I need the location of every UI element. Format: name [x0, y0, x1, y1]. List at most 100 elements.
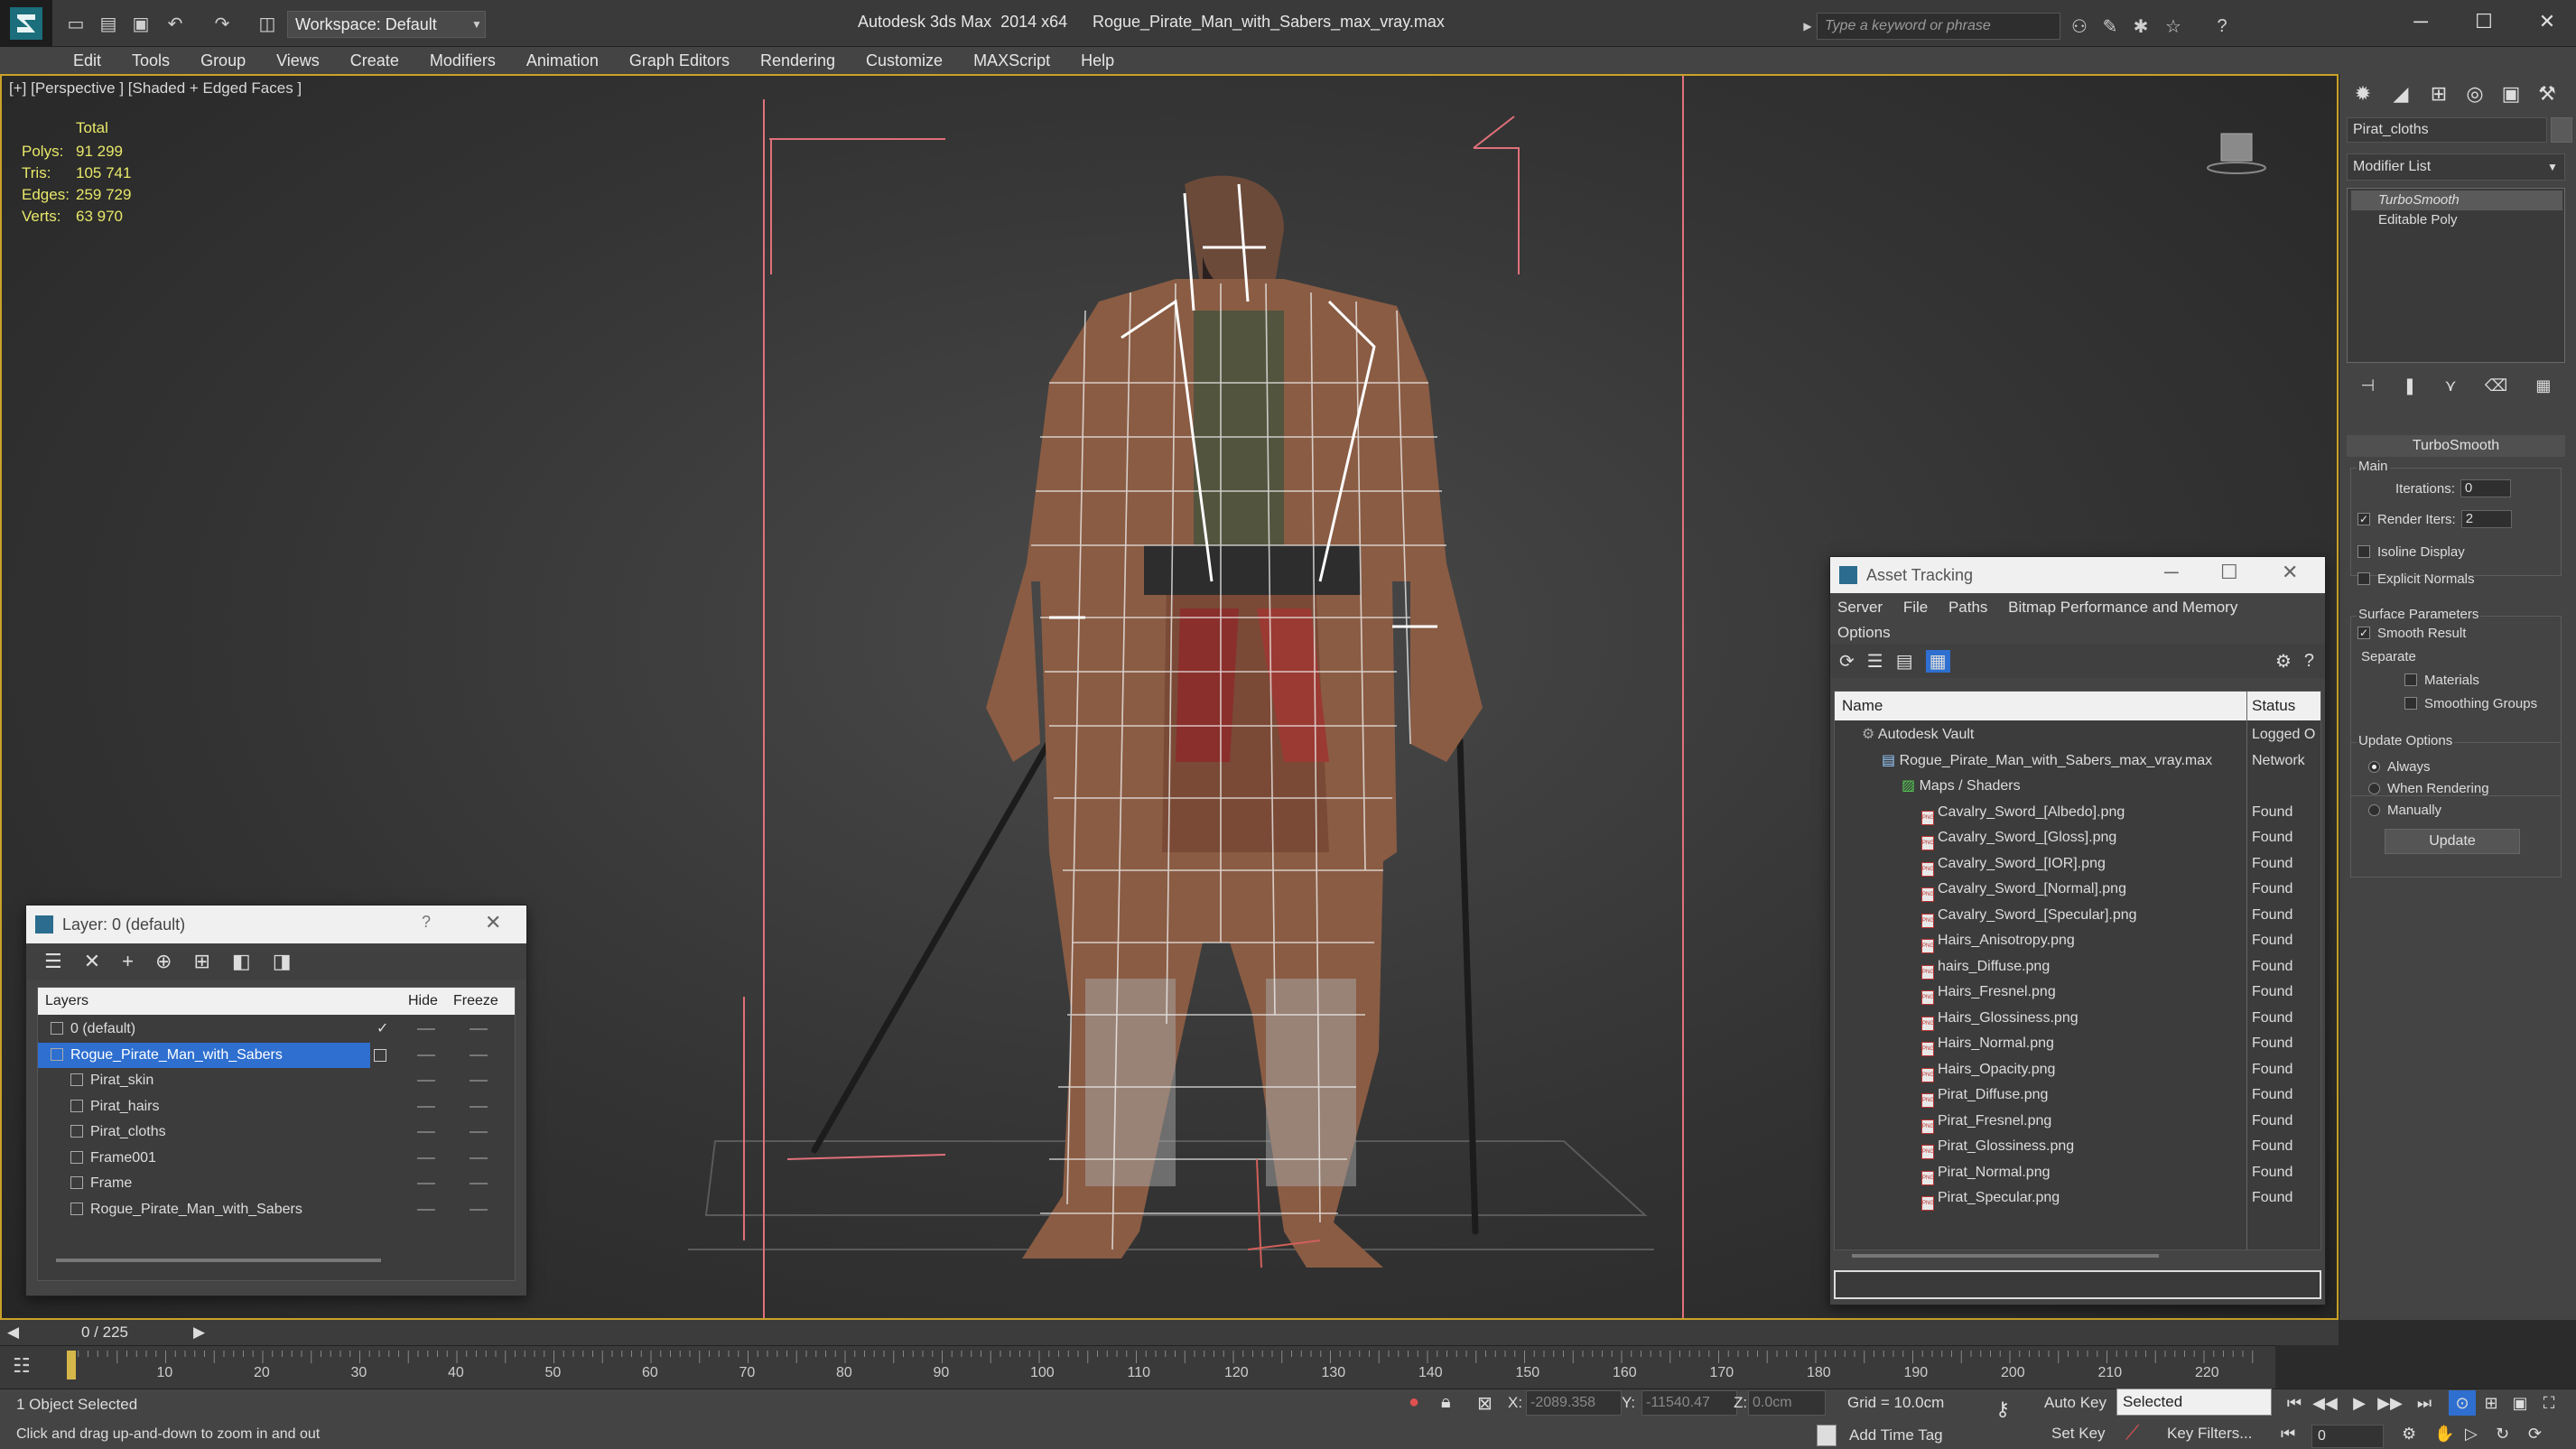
layer-name[interactable]: Frame001	[38, 1146, 370, 1171]
menu-modifiers[interactable]: Modifiers	[414, 47, 511, 74]
help-icon[interactable]: ?	[2209, 13, 2236, 40]
asset-path-field[interactable]	[1834, 1270, 2321, 1299]
highlight-layer-icon[interactable]: ◧	[232, 950, 251, 973]
menu-animation[interactable]: Animation	[511, 47, 614, 74]
render-iters-checkbox[interactable]: ✓	[2357, 513, 2370, 525]
create-tab-icon[interactable]: ✹	[2345, 78, 2381, 110]
list-view-icon[interactable]: ☰	[1867, 650, 1883, 673]
lock-selection-icon[interactable]: 🔒︎	[1441, 1392, 1451, 1413]
freeze-toggle[interactable]	[470, 1131, 488, 1133]
freeze-toggle[interactable]	[470, 1156, 488, 1159]
next-frame-icon[interactable]: ▶	[193, 1324, 205, 1342]
hierarchy-tab-icon[interactable]: ⊞	[2421, 78, 2457, 110]
hide-toggle[interactable]	[417, 1131, 435, 1133]
add-layer-icon[interactable]: +	[122, 950, 134, 973]
layer-row[interactable]: 0 (default) ✓	[38, 1017, 515, 1042]
curve-editor-icon[interactable]: ☷	[13, 1354, 31, 1378]
freeze-toggle[interactable]	[470, 1028, 488, 1030]
hide-toggle[interactable]	[417, 1208, 435, 1211]
menu-graph-editors[interactable]: Graph Editors	[614, 47, 745, 74]
motion-tab-icon[interactable]: ◎	[2457, 78, 2493, 110]
turbosmooth-rollout-header[interactable]: TurboSmooth	[2347, 435, 2565, 457]
z-coordinate-field[interactable]: 0.0cm	[1748, 1390, 1826, 1416]
explicit-normals-checkbox[interactable]	[2357, 572, 2370, 585]
subscription-icon[interactable]: ✎	[2097, 13, 2124, 40]
layer-row[interactable]: Rogue_Pirate_Man_with_Sabers	[38, 1197, 515, 1222]
select-objects-icon[interactable]: ⊞	[193, 950, 209, 973]
manually-radio[interactable]	[2368, 803, 2380, 816]
render-iters-spinner[interactable]: 2	[2460, 510, 2512, 528]
maximize-viewport-icon[interactable]: ⛶	[2535, 1390, 2562, 1416]
close-icon[interactable]: ✕	[485, 911, 501, 934]
favorites-star-icon[interactable]: ☆	[2160, 13, 2187, 40]
asset-row[interactable]: ▤ Rogue_Pirate_Man_with_Sabers_max_vray.…	[1835, 748, 2320, 775]
col-hide[interactable]: Hide	[408, 988, 438, 1015]
layer-name[interactable]: Pirat_hairs	[38, 1094, 370, 1119]
table-view-icon[interactable]: ▦	[1925, 649, 1950, 673]
hide-toggle[interactable]	[417, 1105, 435, 1108]
prev-frame-icon[interactable]: ◀	[7, 1324, 19, 1342]
layer-row[interactable]: Frame	[38, 1171, 515, 1196]
search-input[interactable]: Type a keyword or phrase	[1817, 13, 2060, 40]
make-active-checkbox[interactable]	[374, 1048, 386, 1062]
next-frame-icon[interactable]: ▶▶	[2376, 1390, 2404, 1416]
asset-row[interactable]: PNG Hairs_Fresnel.png Found	[1835, 980, 2320, 1006]
hide-all-icon[interactable]: ◨	[273, 950, 292, 973]
active-layer-check-icon[interactable]: ✓	[377, 1017, 388, 1042]
horizontal-scrollbar[interactable]	[56, 1259, 381, 1262]
col-name[interactable]: Name	[1842, 692, 1883, 720]
freeze-toggle[interactable]	[470, 1105, 488, 1108]
configure-sets-icon[interactable]: ▦	[2535, 376, 2551, 395]
layer-name[interactable]: Rogue_Pirate_Man_with_Sabers	[38, 1197, 370, 1222]
pan-icon[interactable]: ✋	[2434, 1425, 2454, 1444]
asset-row[interactable]: PNG Cavalry_Sword_[Gloss].png Found	[1835, 825, 2320, 851]
project-folder-icon[interactable]: ◫	[255, 11, 280, 36]
asset-row[interactable]: PNG Cavalry_Sword_[IOR].png Found	[1835, 851, 2320, 878]
layer-row[interactable]: Pirat_skin	[38, 1068, 515, 1093]
freeze-toggle[interactable]	[470, 1183, 488, 1184]
thumbnail-view-icon[interactable]: ▤	[1896, 650, 1913, 673]
hide-toggle[interactable]	[417, 1054, 435, 1056]
zoom-all-icon[interactable]: ⊞	[2478, 1390, 2505, 1416]
asset-row[interactable]: PNG Pirat_Normal.png Found	[1835, 1160, 2320, 1186]
col-status[interactable]: Status	[2252, 692, 2295, 720]
show-end-result-icon[interactable]: ❚	[2403, 376, 2416, 395]
y-coordinate-field[interactable]: -11540.47	[1641, 1390, 1737, 1416]
asset-row[interactable]: PNG Hairs_Normal.png Found	[1835, 1031, 2320, 1057]
asset-row[interactable]: PNG Cavalry_Sword_[Specular].png Found	[1835, 903, 2320, 929]
menu-views[interactable]: Views	[261, 47, 335, 74]
zoom-extents-icon[interactable]: ▣	[2506, 1390, 2534, 1416]
help-button[interactable]: ?	[422, 913, 431, 932]
freeze-toggle[interactable]	[470, 1080, 488, 1082]
zoom-icon[interactable]: ⊙	[2449, 1390, 2476, 1416]
asset-row[interactable]: PNG Pirat_Diffuse.png Found	[1835, 1082, 2320, 1109]
layer-name[interactable]: Pirat_skin	[38, 1068, 370, 1093]
menu-server[interactable]: Server	[1837, 599, 1883, 616]
set-key-button[interactable]: Set Key	[2051, 1425, 2106, 1443]
asset-row[interactable]: PNG Hairs_Glossiness.png Found	[1835, 1006, 2320, 1032]
smooth-result-checkbox[interactable]: ✓	[2357, 627, 2370, 639]
layer-name[interactable]: Frame	[38, 1171, 370, 1196]
save-file-icon[interactable]: ▣	[128, 11, 153, 36]
iterations-spinner[interactable]: 0	[2460, 479, 2511, 497]
key-selection-dropdown[interactable]: Selected	[2116, 1389, 2272, 1416]
display-tab-icon[interactable]: ▣	[2493, 78, 2529, 110]
layer-name[interactable]: 0 (default)	[38, 1017, 370, 1042]
menu-help[interactable]: Help	[1065, 47, 1130, 74]
always-radio[interactable]	[2368, 760, 2380, 773]
time-tag-icon[interactable]	[1817, 1425, 1837, 1446]
isoline-checkbox[interactable]	[2357, 545, 2370, 558]
binoculars-icon[interactable]: ⚇	[2066, 13, 2093, 40]
pin-stack-icon[interactable]: ⊣	[2361, 376, 2376, 395]
utilities-tab-icon[interactable]: ⚒	[2529, 78, 2565, 110]
set-key-icon[interactable]: ⟋	[2125, 1421, 2139, 1444]
redo-icon[interactable]: ↷	[209, 11, 235, 36]
asset-row[interactable]: ⚙ Autodesk Vault Logged O	[1835, 722, 2320, 748]
undo-icon[interactable]: ↶	[163, 11, 188, 36]
x-coordinate-field[interactable]: -2089.358	[1526, 1390, 1622, 1416]
menu-maxscript[interactable]: MAXScript	[958, 47, 1065, 74]
asset-row[interactable]: PNG Cavalry_Sword_[Normal].png Found	[1835, 877, 2320, 903]
when-rendering-radio[interactable]	[2368, 782, 2380, 794]
time-slider[interactable]: ◀ 0 / 225 ▶	[0, 1320, 2339, 1345]
hide-toggle[interactable]	[417, 1183, 435, 1184]
